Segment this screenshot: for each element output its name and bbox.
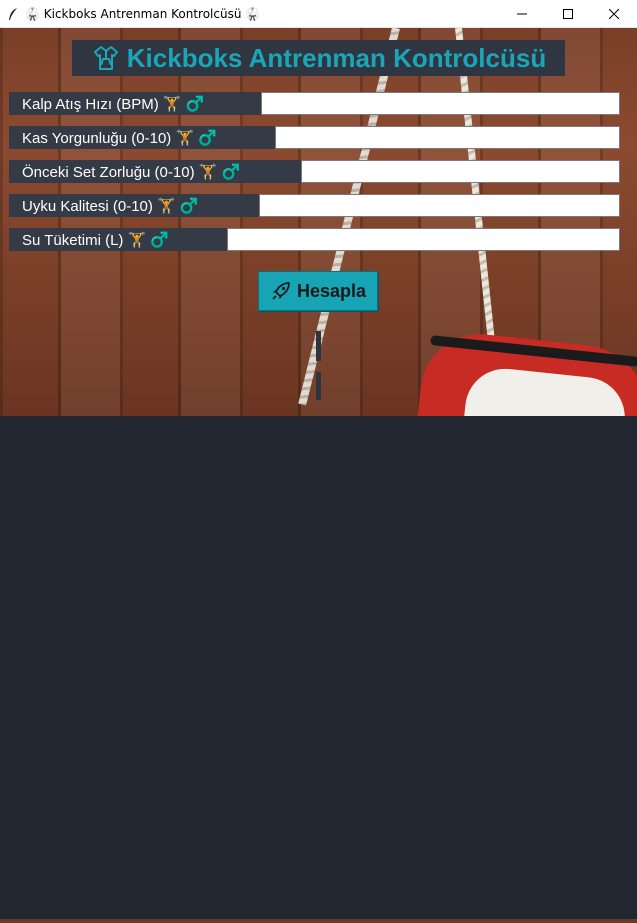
form-row-previous-set: Önceki Set Zorluğu (0-10) 🏋️ ♂️ [9, 160, 620, 183]
muscle-fatigue-label: Kas Yorgunluğu (0-10) 🏋️ ♂️ [9, 126, 275, 149]
rocket-icon [270, 280, 292, 302]
result-placeholder-bar [316, 372, 321, 400]
window-controls [499, 0, 637, 28]
form-row-muscle-fatigue: Kas Yorgunluğu (0-10) 🏋️ ♂️ [9, 126, 620, 149]
close-button[interactable] [591, 0, 637, 28]
maximize-button[interactable] [545, 0, 591, 28]
minimize-icon [517, 13, 527, 15]
feather-icon [5, 6, 21, 22]
form-row-heart-rate: Kalp Atış Hızı (BPM) 🏋️ ♂️ [9, 92, 620, 115]
close-icon [609, 9, 619, 19]
sleep-quality-label: Uyku Kalitesi (0-10) 🏋️ ♂️ [9, 194, 259, 217]
martial-arts-uniform-icon [91, 43, 121, 73]
water-intake-input[interactable] [227, 228, 620, 251]
muscle-fatigue-input[interactable] [275, 126, 620, 149]
calculate-button[interactable]: Hesapla [258, 271, 378, 311]
content-background [0, 416, 637, 919]
window-title: 🥋 Kickboks Antrenman Kontrolcüsü 🥋 [25, 6, 261, 21]
maximize-icon [563, 9, 573, 19]
page-header: Kickboks Antrenman Kontrolcüsü [72, 40, 565, 76]
heart-rate-label: Kalp Atış Hızı (BPM) 🏋️ ♂️ [9, 92, 261, 115]
minimize-button[interactable] [499, 0, 545, 28]
bottom-edge [0, 919, 637, 923]
window-titlebar: 🥋 Kickboks Antrenman Kontrolcüsü 🥋 [0, 0, 637, 28]
sleep-quality-input[interactable] [259, 194, 620, 217]
previous-set-label: Önceki Set Zorluğu (0-10) 🏋️ ♂️ [9, 160, 301, 183]
calculate-button-label: Hesapla [296, 280, 367, 301]
form-row-sleep-quality: Uyku Kalitesi (0-10) 🏋️ ♂️ [9, 194, 620, 217]
form-row-water-intake: Su Tüketimi (L) 🏋️ ♂️ [9, 228, 620, 251]
previous-set-input[interactable] [301, 160, 620, 183]
result-placeholder-bar [316, 331, 321, 361]
page-title: Kickboks Antrenman Kontrolcüsü [126, 42, 547, 73]
heart-rate-input[interactable] [261, 92, 620, 115]
water-intake-label: Su Tüketimi (L) 🏋️ ♂️ [9, 228, 227, 251]
